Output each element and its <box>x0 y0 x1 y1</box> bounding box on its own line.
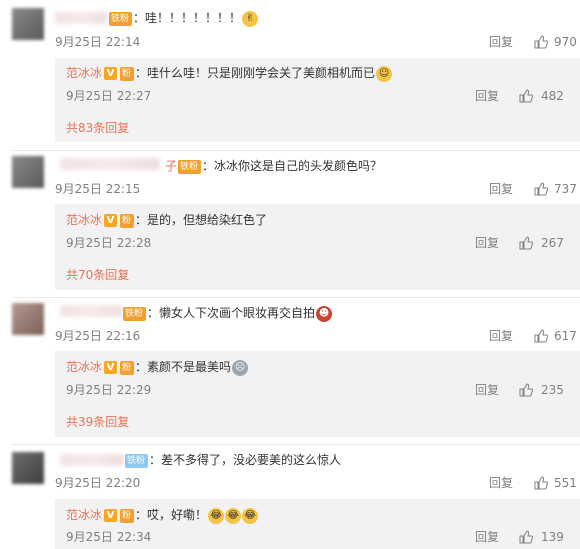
avatar[interactable] <box>12 8 44 40</box>
avatar[interactable] <box>12 156 44 188</box>
like-count: 617 <box>554 329 577 343</box>
v-verified-icon: V <box>104 214 118 227</box>
reply-username[interactable]: 范冰冰 <box>66 213 102 227</box>
reply-text: ：素颜不是最美吗 <box>135 360 232 374</box>
reply-button[interactable]: 回复 <box>489 475 513 491</box>
fan-badge-icon: 粉 <box>120 213 135 228</box>
reply-button[interactable]: 回复 <box>475 235 499 251</box>
thumbs-up-icon[interactable] <box>534 35 548 49</box>
divider <box>12 150 580 151</box>
avatar[interactable] <box>12 303 44 335</box>
divider <box>12 297 580 298</box>
reply-timestamp: 9月25日 22:28 <box>66 236 152 250</box>
timestamp: 9月25日 22:15 <box>55 182 141 196</box>
fan-badge-icon: 铁粉 <box>178 159 202 174</box>
reply-timestamp: 9月25日 22:34 <box>66 530 152 544</box>
fan-badge-icon: 铁粉 <box>123 306 147 321</box>
reply-timestamp: 9月25日 22:27 <box>66 89 152 103</box>
thumbs-up-icon[interactable] <box>534 329 548 343</box>
comment-text: ：冰冰你这是自己的头发颜色吗？ <box>202 159 383 173</box>
reply-box: 范冰冰 V 粉：素颜不是最美吗 ☹ 9月25日 22:29 回复 235 共39条回复 <box>55 351 580 437</box>
timestamp: 9月25日 22:16 <box>55 329 141 343</box>
reply-line: 范冰冰 V 粉：哎，好嘞！ 😂 😂 😂 <box>66 507 259 524</box>
reply-box: 范冰冰 V 粉：哇什么哇！只是刚刚学会关了美颜相机而已 ☺ 9月25日 22:27 回… <box>55 58 580 142</box>
reply-username[interactable]: 范冰冰 <box>66 360 102 374</box>
reply-button[interactable]: 回复 <box>475 88 499 104</box>
reply-text: ：哎，好嘞！ <box>135 508 208 522</box>
hand-emoji-icon: ✌ <box>242 10 259 27</box>
fan-badge-icon: 粉 <box>120 360 135 375</box>
reply-button[interactable]: 回复 <box>489 181 513 197</box>
reply-text: ：是的，但想给染红色了 <box>135 213 268 227</box>
like-count: 267 <box>541 236 564 250</box>
thumbs-up-icon[interactable] <box>519 236 533 250</box>
like-count: 551 <box>554 476 577 490</box>
thumbs-up-icon[interactable] <box>534 182 548 196</box>
timestamp: 9月25日 22:20 <box>55 476 141 490</box>
reply-line: 范冰冰 V 粉：素颜不是最美吗 ☹ <box>66 359 249 376</box>
like-count: 235 <box>541 383 564 397</box>
thumbs-up-icon[interactable] <box>519 89 533 103</box>
username-blurred[interactable] <box>55 12 107 24</box>
more-replies-link[interactable]: 共70条回复 <box>66 267 129 283</box>
thumbs-up-icon[interactable] <box>519 383 533 397</box>
reply-button[interactable]: 回复 <box>475 529 499 545</box>
reply-box: 范冰冰 V 粉：哎，好嘞！ 😂 😂 😂 9月25日 22:34 回复 139 <box>55 499 580 549</box>
fan-badge-icon: 铁粉 <box>109 11 133 26</box>
smile-emoji-icon: ☺ <box>376 65 393 82</box>
more-replies-link[interactable]: 共39条回复 <box>66 414 129 430</box>
fan-badge-icon: 粉 <box>120 66 135 81</box>
avatar[interactable] <box>12 452 44 484</box>
fan-badge-icon: 粉 <box>120 508 135 523</box>
thumbs-up-icon[interactable] <box>519 530 533 544</box>
laugh-cry-emoji-icon: 😂 <box>242 507 259 524</box>
like-count: 970 <box>554 35 577 49</box>
reply-line: 范冰冰 V 粉：是的，但想给染红色了 <box>66 212 267 228</box>
reply-username[interactable]: 范冰冰 <box>66 66 102 80</box>
laugh-cry-emoji-icon: 😂 <box>225 507 242 524</box>
timestamp: 9月25日 22:14 <box>55 35 141 49</box>
comment-text: ：哇！！！！！！！ <box>133 11 242 25</box>
username-blurred[interactable] <box>60 305 122 317</box>
v-verified-icon: V <box>104 67 118 80</box>
v-verified-icon: V <box>104 361 118 374</box>
reply-text: ：哇什么哇！只是刚刚学会关了美颜相机而已 <box>135 66 376 80</box>
username-tail[interactable]: 子 <box>165 159 177 173</box>
reply-username[interactable]: 范冰冰 <box>66 508 102 522</box>
like-count: 482 <box>541 89 564 103</box>
comment-line: 铁粉 ：懒女人下次画个眼妆再交自拍 ☻ <box>122 305 333 322</box>
reply-timestamp: 9月25日 22:29 <box>66 383 152 397</box>
reply-button[interactable]: 回复 <box>475 382 499 398</box>
username-blurred[interactable] <box>60 158 160 170</box>
comment-line: 铁粉 ：哇！！！！！！！ ✌ <box>108 10 259 27</box>
reply-line: 范冰冰 V 粉：哇什么哇！只是刚刚学会关了美颜相机而已 ☺ <box>66 65 393 82</box>
laugh-cry-emoji-icon: 😂 <box>208 507 225 524</box>
comment-line: 子铁粉 ：冰冰你这是自己的头发颜色吗？ <box>165 158 382 174</box>
username-blurred[interactable] <box>60 454 124 466</box>
v-verified-icon: V <box>104 509 118 522</box>
reply-box: 范冰冰 V 粉：是的，但想给染红色了 9月25日 22:28 回复 267 共70条… <box>55 204 580 290</box>
fan-badge-icon: 铁粉 <box>125 453 149 468</box>
reply-button[interactable]: 回复 <box>489 328 513 344</box>
like-count: 139 <box>541 530 564 544</box>
thumbs-up-icon[interactable] <box>534 476 548 490</box>
comment-line: 铁粉 ：差不多得了，没必要美的这么惊人 <box>124 452 341 468</box>
comment-text: ：差不多得了，没必要美的这么惊人 <box>149 453 342 467</box>
reply-button[interactable]: 回复 <box>489 34 513 50</box>
shocked-emoji-icon: ☹ <box>232 359 249 376</box>
divider <box>12 444 580 445</box>
more-replies-link[interactable]: 共83条回复 <box>66 120 129 136</box>
like-count: 737 <box>554 182 577 196</box>
devil-emoji-icon: ☻ <box>316 305 333 322</box>
comment-text: ：懒女人下次画个眼妆再交自拍 <box>147 306 316 320</box>
